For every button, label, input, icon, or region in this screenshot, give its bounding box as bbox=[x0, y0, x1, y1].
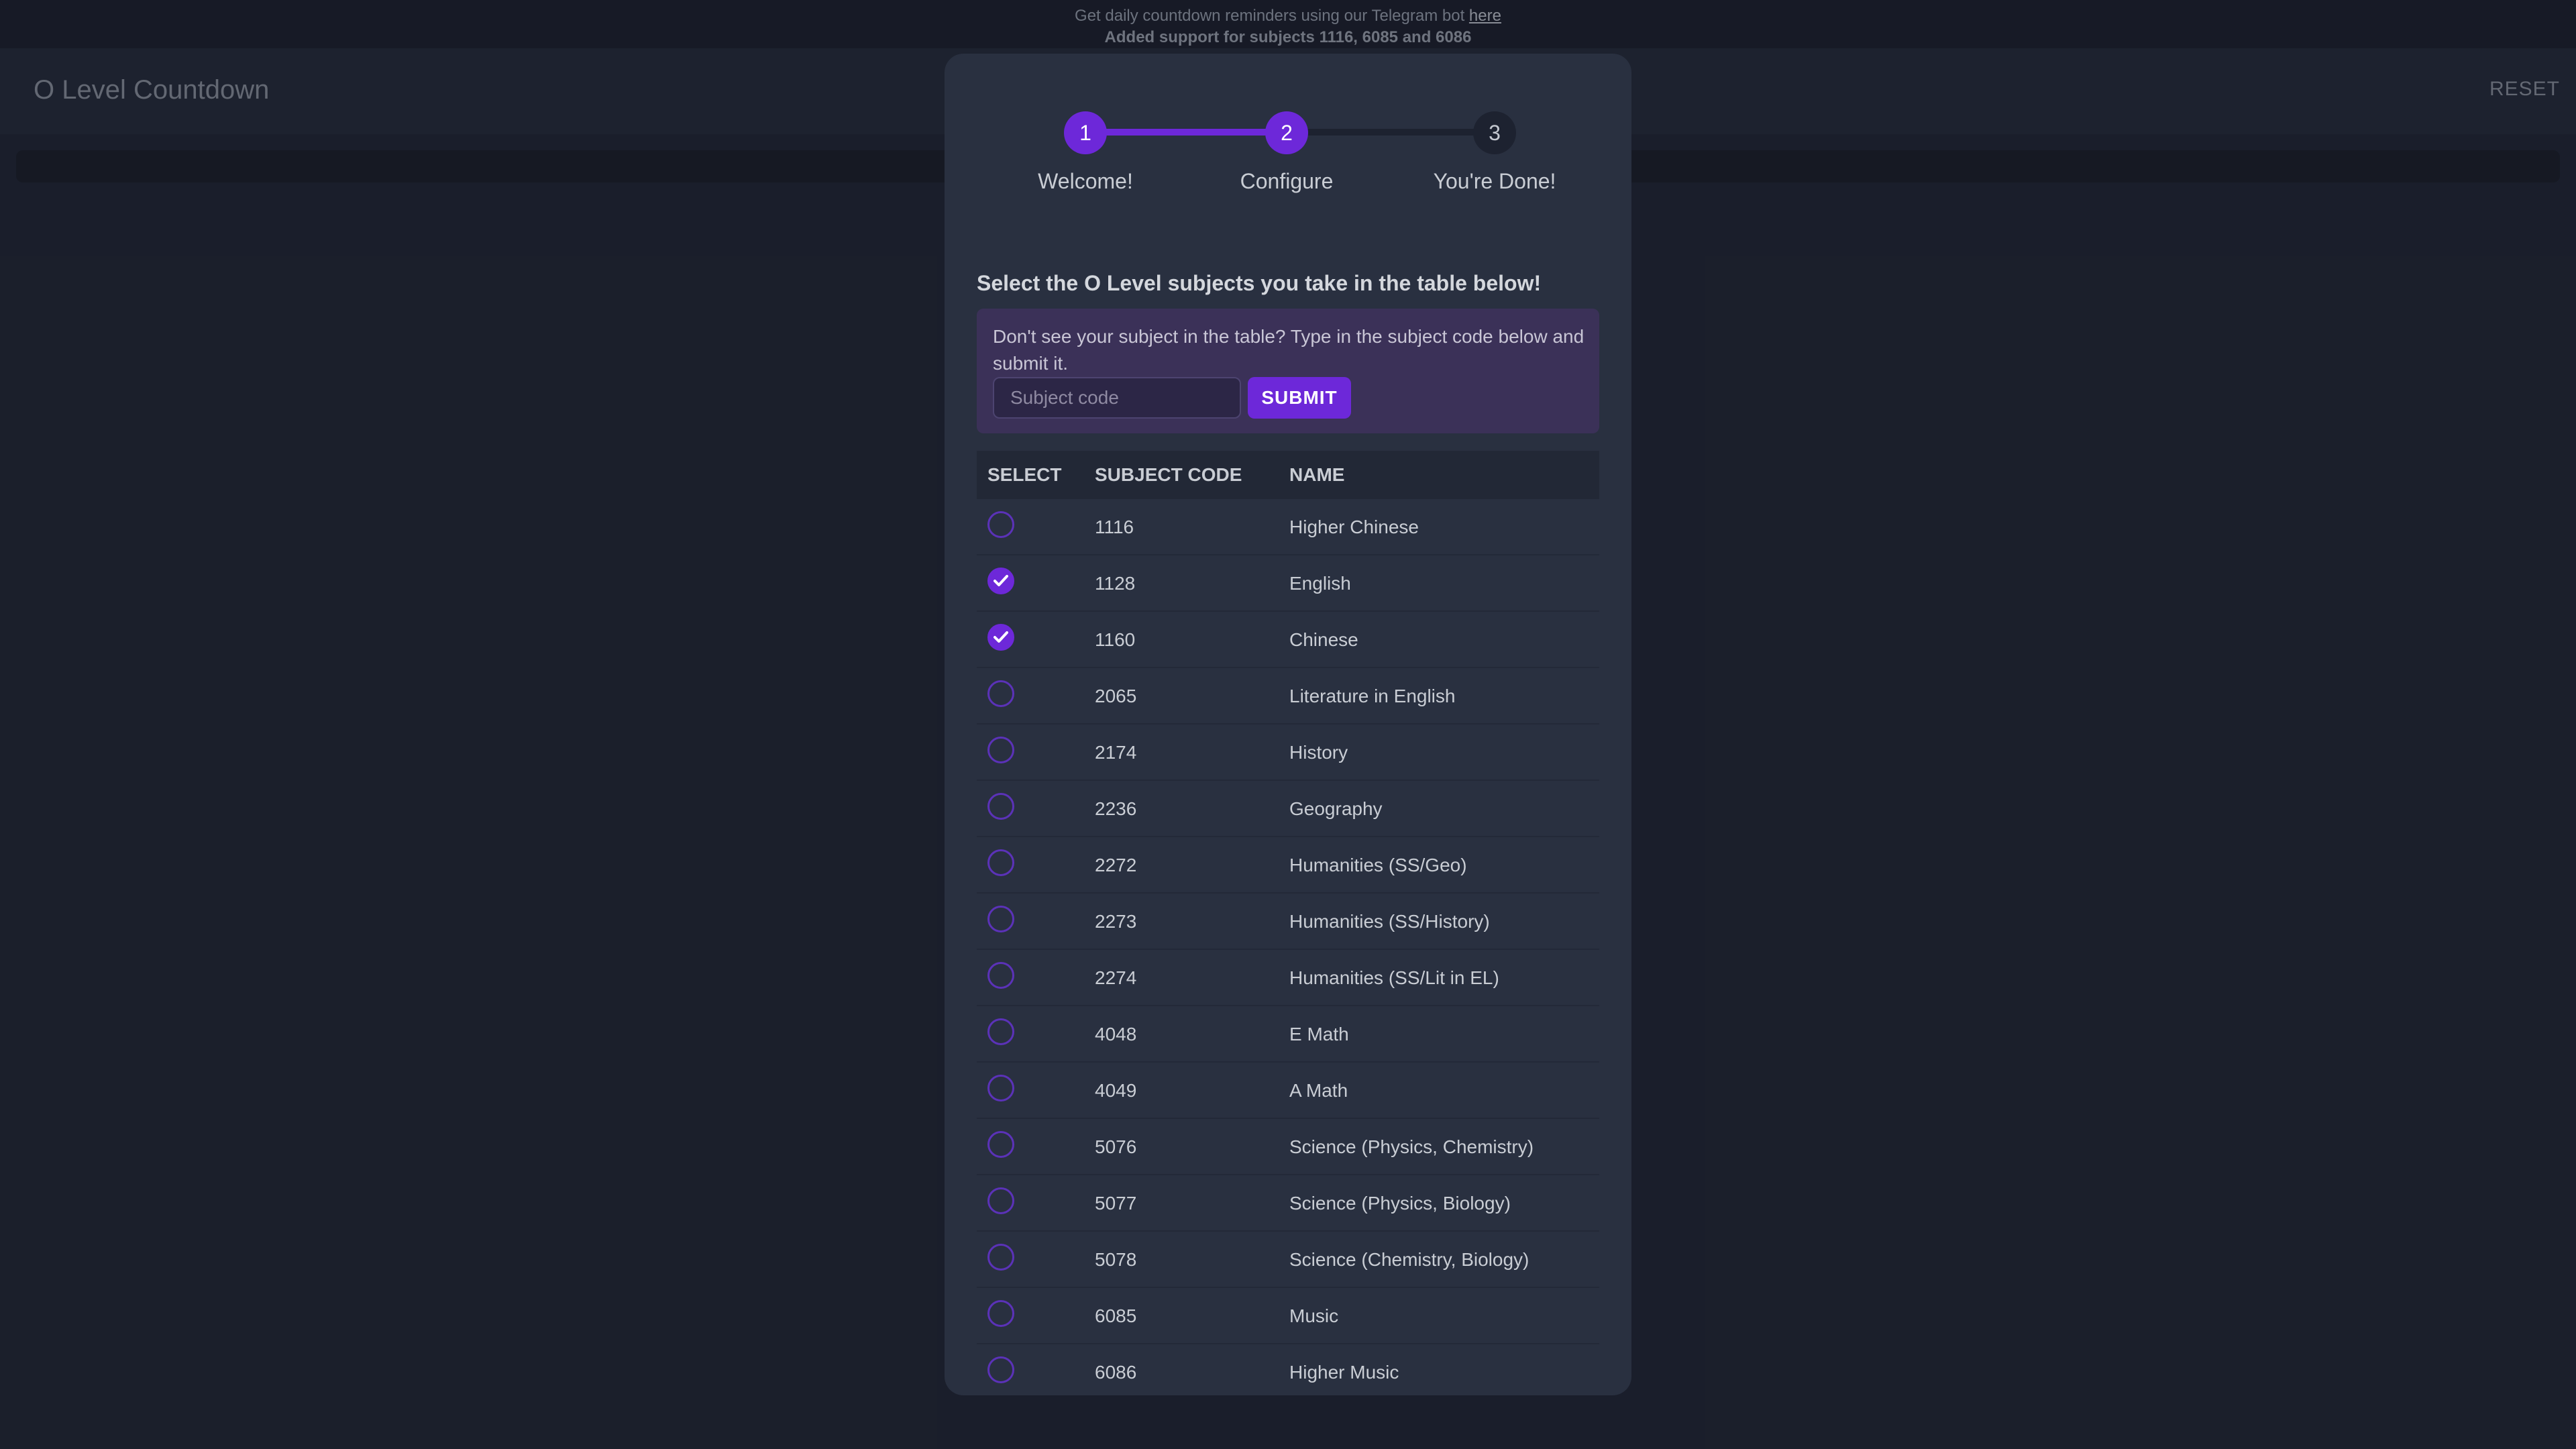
subject-instruction: Select the O Level subjects you take in … bbox=[977, 271, 1542, 295]
subject-name: Higher Chinese bbox=[1289, 517, 1419, 537]
custom-subject-message: Don't see your subject in the table? Typ… bbox=[993, 326, 1585, 374]
step-number: 3 bbox=[1473, 111, 1516, 154]
subject-name: A Math bbox=[1289, 1080, 1348, 1101]
subject-checkbox[interactable] bbox=[987, 568, 1014, 594]
subject-name: Chinese bbox=[1289, 629, 1358, 650]
subject-code: 6085 bbox=[1095, 1305, 1137, 1326]
subject-name: Humanities (SS/History) bbox=[1289, 911, 1490, 932]
table-row: 2272 Humanities (SS/Geo) bbox=[977, 837, 1599, 894]
table-row: 6086 Higher Music bbox=[977, 1344, 1599, 1395]
subject-code: 5078 bbox=[1095, 1249, 1137, 1270]
subject-code: 2174 bbox=[1095, 742, 1137, 763]
subject-checkbox[interactable] bbox=[987, 1244, 1014, 1271]
subject-checkbox[interactable] bbox=[987, 1018, 1014, 1045]
subject-checkbox[interactable] bbox=[987, 1075, 1014, 1102]
subject-code: 5077 bbox=[1095, 1193, 1137, 1214]
subject-name: Geography bbox=[1289, 798, 1383, 819]
setup-stepper: 1 Welcome! 2 Configure 3 You're Done! bbox=[945, 111, 1631, 194]
submit-button[interactable]: SUBMIT bbox=[1248, 377, 1351, 419]
subject-code: 2274 bbox=[1095, 967, 1137, 988]
subject-code-input[interactable] bbox=[993, 377, 1241, 419]
subject-checkbox[interactable] bbox=[987, 906, 1014, 932]
subject-name: Science (Chemistry, Biology) bbox=[1289, 1249, 1529, 1270]
subject-code: 2272 bbox=[1095, 855, 1137, 875]
subject-code: 2273 bbox=[1095, 911, 1137, 932]
table-row: 6085 Music bbox=[977, 1288, 1599, 1344]
checkmark-icon bbox=[994, 631, 1008, 643]
table-row: 1128 English bbox=[977, 555, 1599, 612]
subject-code: 1160 bbox=[1095, 629, 1136, 650]
subject-checkbox[interactable] bbox=[987, 511, 1014, 538]
subject-checkbox[interactable] bbox=[987, 624, 1014, 651]
subject-name: Higher Music bbox=[1289, 1362, 1399, 1383]
table-row: 2236 Geography bbox=[977, 781, 1599, 837]
subject-name: Science (Physics, Biology) bbox=[1289, 1193, 1511, 1214]
table-header: SELECT SUBJECT CODE NAME bbox=[977, 451, 1599, 499]
subject-code: 6086 bbox=[1095, 1362, 1137, 1383]
checkmark-icon bbox=[994, 575, 1008, 586]
table-row: 1160 Chinese bbox=[977, 612, 1599, 668]
subject-name: Humanities (SS/Lit in EL) bbox=[1289, 967, 1499, 988]
subject-checkbox[interactable] bbox=[987, 849, 1014, 876]
subjects-table: SELECT SUBJECT CODE NAME 1116 Higher Chin… bbox=[977, 451, 1599, 1395]
step-label: You're Done! bbox=[1433, 169, 1556, 193]
table-row: 5076 Science (Physics, Chemistry) bbox=[977, 1119, 1599, 1175]
subject-code: 4048 bbox=[1095, 1024, 1137, 1044]
subject-name: E Math bbox=[1289, 1024, 1349, 1044]
subject-name: Humanities (SS/Geo) bbox=[1289, 855, 1467, 875]
step-number: 1 bbox=[1064, 111, 1107, 154]
subject-code: 4049 bbox=[1095, 1080, 1137, 1101]
header-select: SELECT bbox=[987, 464, 1062, 485]
subject-name: Literature in English bbox=[1289, 686, 1456, 706]
subject-checkbox[interactable] bbox=[987, 680, 1014, 707]
table-row: 2065 Literature in English bbox=[977, 668, 1599, 724]
subject-code: 1128 bbox=[1095, 573, 1136, 594]
subject-code: 5076 bbox=[1095, 1136, 1137, 1157]
subject-name: Science (Physics, Chemistry) bbox=[1289, 1136, 1534, 1157]
subject-name: English bbox=[1289, 573, 1351, 594]
step-label: Welcome! bbox=[1038, 169, 1133, 193]
setup-dialog: 1 Welcome! 2 Configure 3 You're Done! Se… bbox=[945, 54, 1631, 1395]
table-row: 2274 Humanities (SS/Lit in EL) bbox=[977, 950, 1599, 1006]
header-subject-code: SUBJECT CODE bbox=[1095, 464, 1242, 485]
table-row: 5077 Science (Physics, Biology) bbox=[977, 1175, 1599, 1232]
table-row: 4049 A Math bbox=[977, 1063, 1599, 1119]
table-row: 4048 E Math bbox=[977, 1006, 1599, 1063]
subject-checkbox[interactable] bbox=[987, 1356, 1014, 1383]
subject-checkbox[interactable] bbox=[987, 962, 1014, 989]
table-row: 1116 Higher Chinese bbox=[977, 499, 1599, 555]
step-configure: 2 Configure bbox=[1199, 111, 1374, 194]
subject-checkbox[interactable] bbox=[987, 1131, 1014, 1158]
table-row: 5078 Science (Chemistry, Biology) bbox=[977, 1232, 1599, 1288]
table-row: 2273 Humanities (SS/History) bbox=[977, 894, 1599, 950]
step-label: Configure bbox=[1240, 169, 1334, 193]
step-welcome: 1 Welcome! bbox=[998, 111, 1173, 194]
step-number: 2 bbox=[1265, 111, 1308, 154]
subject-checkbox[interactable] bbox=[987, 793, 1014, 820]
table-row: 2174 History bbox=[977, 724, 1599, 781]
subject-checkbox[interactable] bbox=[987, 737, 1014, 763]
subject-code: 2236 bbox=[1095, 798, 1137, 819]
step-done: 3 You're Done! bbox=[1407, 111, 1582, 194]
custom-subject-panel: Don't see your subject in the table? Typ… bbox=[977, 309, 1599, 433]
header-name: NAME bbox=[1289, 464, 1345, 485]
subject-name: History bbox=[1289, 742, 1348, 763]
subject-name: Music bbox=[1289, 1305, 1339, 1326]
subject-code: 1116 bbox=[1095, 517, 1134, 537]
subject-checkbox[interactable] bbox=[987, 1300, 1014, 1327]
subject-checkbox[interactable] bbox=[987, 1187, 1014, 1214]
subject-code: 2065 bbox=[1095, 686, 1137, 706]
table-body: 1116 Higher Chinese 1128 English 1160 Chinese… bbox=[977, 499, 1599, 1395]
